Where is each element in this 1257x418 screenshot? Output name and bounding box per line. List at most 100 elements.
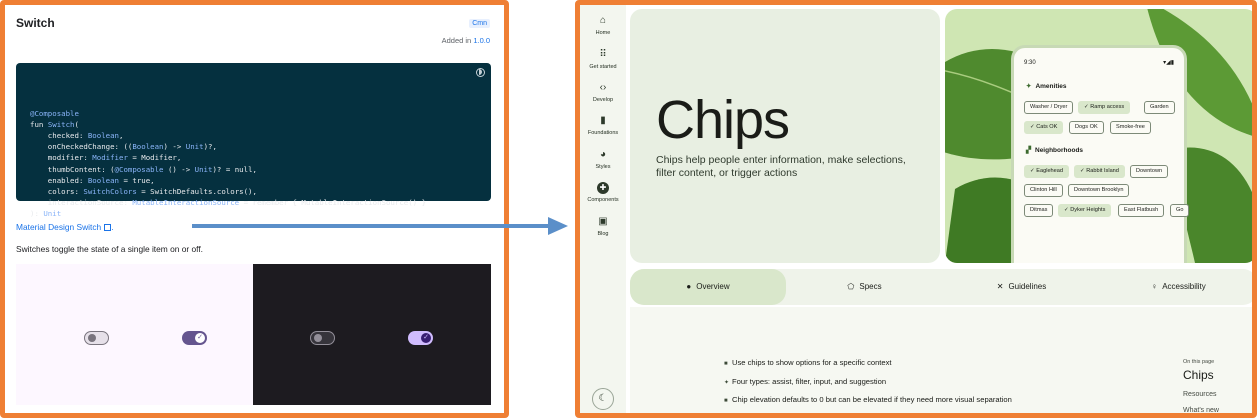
nav-label: Home [595, 30, 611, 36]
tab-label: Specs [859, 282, 882, 291]
phone-time: 9:30 [1024, 60, 1036, 66]
chip[interactable]: Dogs OK [1069, 121, 1104, 134]
tab-overview[interactable]: ● Overview [630, 269, 786, 305]
hero-title: Chips [656, 90, 790, 150]
blog-icon: ▣ [598, 216, 608, 227]
dark-mode-icon[interactable]: ☾ [592, 388, 614, 410]
tab-label: Guidelines [1008, 282, 1047, 291]
external-link-icon [104, 224, 112, 231]
switch-doc-panel: Switch Cmn Added in 1.0.0 @Composable fun… [0, 0, 509, 418]
code-text: ) -> [163, 142, 186, 152]
nav-label: Develop [592, 97, 614, 103]
code-block: @Composable fun Switch( checked: Boolean,… [16, 63, 491, 218]
hero-card: Chips Chips help people enter informatio… [630, 9, 940, 263]
nav-label: Get started [589, 64, 617, 70]
switch-on-dark[interactable]: ✓ [408, 331, 433, 345]
chip[interactable]: Smoke-free [1110, 121, 1151, 134]
chip[interactable]: Ramp access [1078, 101, 1131, 114]
version-link[interactable]: 1.0.0 [473, 36, 490, 45]
map-icon: ▞ [1026, 147, 1031, 154]
chip[interactable]: Dyker Heights [1058, 204, 1112, 217]
code-line: checked: Boolean, [30, 130, 477, 141]
code-text: checked: [30, 131, 88, 141]
switch-on-light[interactable]: ✓ [182, 331, 207, 345]
tab-label: Overview [696, 282, 730, 291]
code-line: thumbContent: (@Composable () -> Unit)? … [30, 164, 477, 175]
overview-content: ■ Use chips to show options for a specifi… [630, 307, 1252, 413]
nav-item-foundations[interactable]: ▮ Foundations [580, 115, 626, 136]
nav-item-styles[interactable]: ◕ Styles [580, 149, 626, 170]
nav-item-get-started[interactable]: ⠿ Get started [580, 49, 626, 70]
sparkle-icon: ✦ [1026, 83, 1032, 90]
chip[interactable]: Cats OK [1024, 121, 1064, 134]
list-item-text: Chip elevation defaults to 0 but can be … [732, 395, 1012, 404]
code-text: interactionSource: [30, 198, 133, 208]
chips-site-panel: ⌂ Home ⠿ Get started ‹› Develop ▮ Founda… [575, 0, 1257, 418]
code-text: = true, [119, 175, 155, 185]
chip[interactable]: Downtown [1130, 165, 1169, 178]
code-lines: @Composable fun Switch( checked: Boolean,… [30, 108, 477, 220]
nav-item-blog[interactable]: ▣ Blog [580, 216, 626, 237]
chip[interactable]: Downtown Brooklyn [1068, 184, 1130, 197]
switch-off-dark[interactable] [310, 331, 335, 345]
theme-toggle-icon[interactable] [476, 68, 485, 77]
code-line: fun Switch( [30, 119, 477, 130]
tab-guidelines[interactable]: ✕ Guidelines [943, 269, 1100, 305]
chip[interactable]: Eaglehead [1024, 165, 1070, 178]
code-text: onCheckedChange: (( [30, 142, 133, 152]
code-keyword: Unit [43, 209, 62, 219]
check-icon: ✓ [421, 333, 431, 343]
guidelines-icon: ✕ [996, 282, 1004, 291]
info-icon: ● [686, 282, 692, 291]
tab-label: Accessibility [1162, 282, 1206, 291]
page-title: Switch [16, 16, 55, 30]
tab-accessibility[interactable]: ♀ Accessibility [1100, 269, 1252, 305]
accessibility-icon: ♀ [1151, 282, 1158, 291]
switch-off-light[interactable] [84, 331, 109, 345]
sparkle-icon: ✦ [724, 380, 730, 386]
check-icon: ✓ [195, 333, 205, 343]
chip[interactable]: Ditmas [1024, 204, 1054, 217]
toc-title[interactable]: Chips [1183, 368, 1214, 382]
list-item-text: Four types: assist, filter, input, and s… [732, 377, 887, 386]
chip[interactable]: Clinton Hill [1024, 184, 1063, 197]
code-line: @Composable [30, 108, 477, 119]
nav-item-home[interactable]: ⌂ Home [580, 15, 626, 36]
light-demo: ✓ [16, 264, 254, 405]
chip[interactable]: Washer / Dryer [1024, 101, 1074, 114]
nav-label: Foundations [587, 130, 619, 136]
chip[interactable]: Rabbit Island [1074, 165, 1125, 178]
nav-item-develop[interactable]: ‹› Develop [580, 82, 626, 103]
chip[interactable]: Garden [1144, 101, 1175, 114]
code-text: modifier: [30, 153, 93, 163]
amenities-heading: ✦ Amenities [1026, 82, 1067, 90]
toc-item-resources[interactable]: Resources [1183, 391, 1216, 398]
added-prefix: Added in [441, 36, 472, 45]
code-text: )?, [203, 142, 217, 152]
code-text: = SwitchDefaults.colors(), [136, 187, 257, 197]
code-text: ( [74, 119, 79, 129]
material-design-link-text[interactable]: Material Design Switch [16, 222, 101, 232]
chip[interactable]: Go [1170, 204, 1190, 217]
tab-specs[interactable]: ⬠ Specs [786, 269, 943, 305]
code-line: onCheckedChange: ((Boolean) -> Unit)?, [30, 141, 477, 152]
code-keyword: Unit [185, 142, 204, 152]
phone-mockup: 9:30 ▾◢▮ ✦Amenities Washer / Dryer Ramp … [1011, 45, 1190, 263]
dark-demo: ✓ [253, 264, 491, 405]
nav-item-components[interactable]: ✚ Components [580, 182, 626, 203]
neighborhoods-heading: ▞ Neighborhoods [1026, 146, 1083, 154]
code-text: thumbContent: ( [30, 164, 115, 174]
toc-item-whats-new[interactable]: What's new [1183, 407, 1219, 413]
code-line: enabled: Boolean = true, [30, 175, 477, 186]
arrow-icon [192, 217, 568, 235]
section-label: Amenities [1035, 83, 1067, 90]
material-design-link[interactable]: Material Design Switch. [16, 222, 114, 232]
nav-rail: ⌂ Home ⠿ Get started ‹› Develop ▮ Founda… [580, 5, 626, 413]
chip[interactable]: East Flatbush [1118, 204, 1165, 217]
platform-badge[interactable]: Cmn [469, 19, 490, 28]
hero-illustration: 9:30 ▾◢▮ ✦Amenities Washer / Dryer Ramp … [945, 9, 1252, 263]
hero-subtitle: Chips help people enter information, mak… [656, 154, 906, 179]
list-item-text: Use chips to show options for a specific… [732, 358, 892, 367]
list-item: ■ Use chips to show options for a specifi… [724, 358, 892, 367]
code-keyword: SwitchColors [83, 187, 137, 197]
